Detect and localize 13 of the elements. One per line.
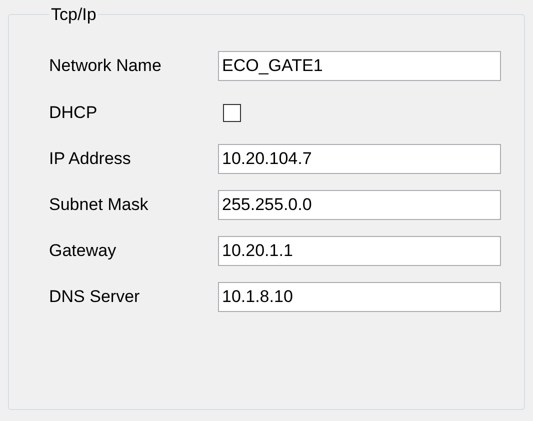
input-field[interactable]: 10.1.8.10 [218,282,501,312]
input-field[interactable]: 10.20.104.7 [218,144,501,174]
field-label: Network Name [48,54,162,77]
field-label: IP Address [48,148,132,170]
input-field[interactable]: ECO_GATE1 [218,50,501,80]
checkbox[interactable] [223,104,241,122]
field-label: Gateway [48,240,118,262]
field-label: DNS Server [48,286,141,308]
field-label: Subnet Mask [48,194,150,216]
input-field[interactable]: 255.255.0.0 [218,190,501,220]
input-field[interactable]: 10.20.1.1 [218,236,501,266]
field-label: DHCP [48,102,98,124]
group-title: Tcp/Ip [50,4,98,26]
